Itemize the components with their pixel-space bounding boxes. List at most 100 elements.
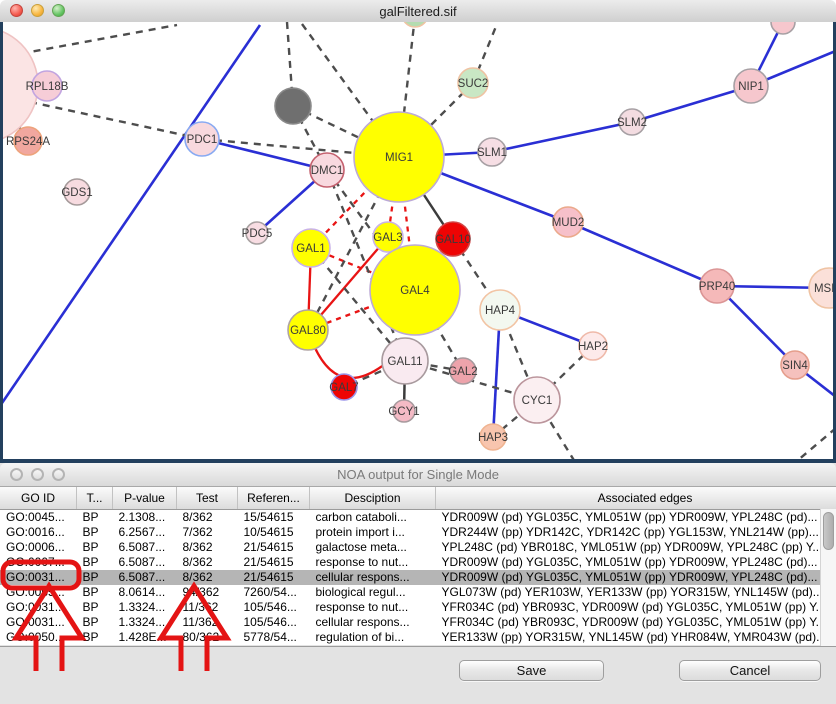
vertical-scrollbar[interactable] — [820, 509, 836, 646]
column-header-test[interactable]: Test — [177, 487, 238, 510]
cell-edges[interactable]: YFR034C (pd) YBR093C, YDR009W (pd) YGL03… — [436, 615, 836, 630]
cell-type[interactable]: BP — [77, 570, 113, 585]
cell-type[interactable]: BP — [77, 585, 113, 600]
cell-type[interactable]: BP — [77, 525, 113, 540]
cell-go_id[interactable]: GO:0031... — [0, 570, 77, 585]
cell-p_value[interactable]: 6.5087... — [113, 570, 177, 585]
cell-p_value[interactable]: 1.3324... — [113, 615, 177, 630]
cell-p_value[interactable]: 6.2567... — [113, 525, 177, 540]
close-button[interactable] — [10, 4, 23, 17]
cell-go_id[interactable]: GO:0007... — [0, 555, 77, 570]
column-header-p-value[interactable]: P-value — [113, 487, 177, 510]
cell-test[interactable]: 80/362 — [177, 630, 238, 645]
cell-test[interactable]: 7/362 — [177, 525, 238, 540]
table-row[interactable]: GO:0031...BP6.5087...8/36221/54615cellul… — [0, 570, 836, 585]
cell-test[interactable]: 11/362 — [177, 615, 238, 630]
node-green-top-clipped[interactable] — [402, 22, 428, 27]
cell-reference[interactable]: 15/54615 — [238, 510, 310, 526]
cell-reference[interactable]: 5778/54... — [238, 630, 310, 645]
table-row[interactable]: GO:0007...BP6.5087...8/36221/54615respon… — [0, 555, 836, 570]
cell-description[interactable]: carbon cataboli... — [310, 510, 436, 526]
cell-type[interactable]: BP — [77, 540, 113, 555]
cell-type[interactable]: BP — [77, 615, 113, 630]
cell-go_id[interactable]: GO:0050... — [0, 630, 77, 645]
cell-go_id[interactable]: GO:0006... — [0, 540, 77, 555]
cell-reference[interactable]: 21/54615 — [238, 555, 310, 570]
node-label-GAL2: GAL2 — [448, 366, 477, 378]
table-row[interactable]: GO:0045...BP2.1308...8/36215/54615carbon… — [0, 510, 836, 526]
cell-reference[interactable]: 10/54615 — [238, 525, 310, 540]
cell-type[interactable]: BP — [77, 600, 113, 615]
edge-pd — [8, 25, 177, 56]
column-header-referen-[interactable]: Referen... — [238, 487, 310, 510]
cell-go_id[interactable]: GO:0065... — [0, 585, 77, 600]
node-label-GAL80: GAL80 — [290, 325, 326, 337]
cell-p_value[interactable]: 1.428E... — [113, 630, 177, 645]
minimize-button[interactable] — [31, 468, 44, 481]
cell-edges[interactable]: YER133W (pp) YOR315W, YNL145W (pd) YHR08… — [436, 630, 836, 645]
table-row[interactable]: GO:0050...BP1.428E...80/3625778/54...reg… — [0, 630, 836, 645]
node-gray-unnamed[interactable] — [275, 88, 311, 124]
noa-window-titlebar[interactable]: NOA output for Single Mode — [0, 463, 836, 487]
zoom-button[interactable] — [52, 468, 65, 481]
cell-edges[interactable]: YGL073W (pd) YER103W, YER133W (pp) YOR31… — [436, 585, 836, 600]
cell-description[interactable]: biological regul... — [310, 585, 436, 600]
cell-reference[interactable]: 105/546... — [238, 615, 310, 630]
network-canvas[interactable]: RPL18BRPS24AGDS1PDC1DMC1MIG1PDC5GAL1GAL3… — [0, 22, 836, 463]
minimize-button[interactable] — [31, 4, 44, 17]
graph-window-titlebar[interactable]: galFiltered.sif — [0, 0, 836, 23]
close-button[interactable] — [10, 468, 23, 481]
cell-edges[interactable]: YFR034C (pd) YBR093C, YDR009W (pd) YGL03… — [436, 600, 836, 615]
node-pink-top-clipped[interactable] — [771, 22, 795, 34]
cell-reference[interactable]: 105/546... — [238, 600, 310, 615]
column-header-t-[interactable]: T... — [77, 487, 113, 510]
cell-description[interactable]: protein import i... — [310, 525, 436, 540]
cell-go_id[interactable]: GO:0016... — [0, 525, 77, 540]
cell-test[interactable]: 8/362 — [177, 510, 238, 526]
cell-description[interactable]: response to nut... — [310, 600, 436, 615]
cell-edges[interactable]: YDR009W (pd) YGL035C, YML051W (pp) YDR00… — [436, 570, 836, 585]
cell-go_id[interactable]: GO:0031... — [0, 600, 77, 615]
cell-test[interactable]: 94/362 — [177, 585, 238, 600]
zoom-button[interactable] — [52, 4, 65, 17]
cell-edges[interactable]: YDR009W (pd) YGL035C, YML051W (pp) YDR00… — [436, 510, 836, 526]
cell-reference[interactable]: 21/54615 — [238, 540, 310, 555]
cell-edges[interactable]: YPL248C (pd) YBR018C, YML051W (pp) YDR00… — [436, 540, 836, 555]
save-button[interactable]: Save — [459, 660, 604, 681]
cell-go_id[interactable]: GO:0031... — [0, 615, 77, 630]
cancel-button[interactable]: Cancel — [679, 660, 821, 681]
cell-description[interactable]: galactose meta... — [310, 540, 436, 555]
cell-description[interactable]: cellular respons... — [310, 615, 436, 630]
table-row[interactable]: GO:0065...BP8.0614...94/3627260/54...bio… — [0, 585, 836, 600]
column-header-associated-edges[interactable]: Associated edges — [436, 487, 836, 510]
cell-test[interactable]: 11/362 — [177, 600, 238, 615]
cell-description[interactable]: cellular respons... — [310, 570, 436, 585]
cell-type[interactable]: BP — [77, 630, 113, 645]
cell-go_id[interactable]: GO:0045... — [0, 510, 77, 526]
cell-p_value[interactable]: 8.0614... — [113, 585, 177, 600]
cell-p_value[interactable]: 1.3324... — [113, 600, 177, 615]
cell-p_value[interactable]: 6.5087... — [113, 555, 177, 570]
cell-p_value[interactable]: 2.1308... — [113, 510, 177, 526]
table-row[interactable]: GO:0031...BP1.3324...11/362105/546...cel… — [0, 615, 836, 630]
cell-edges[interactable]: YDR009W (pd) YGL035C, YML051W (pp) YDR00… — [436, 555, 836, 570]
cell-p_value[interactable]: 6.5087... — [113, 540, 177, 555]
cell-test[interactable]: 8/362 — [177, 570, 238, 585]
cell-type[interactable]: BP — [77, 555, 113, 570]
cell-edges[interactable]: YDR244W (pp) YDR142C, YDR142C (pp) YGL15… — [436, 525, 836, 540]
table-row[interactable]: GO:0016...BP6.2567...7/36210/54615protei… — [0, 525, 836, 540]
cell-description[interactable]: response to nut... — [310, 555, 436, 570]
column-header-go-id[interactable]: GO ID — [0, 487, 77, 510]
cell-reference[interactable]: 21/54615 — [238, 570, 310, 585]
node-label-GAL4: GAL4 — [400, 285, 430, 297]
cell-reference[interactable]: 7260/54... — [238, 585, 310, 600]
cell-test[interactable]: 8/362 — [177, 555, 238, 570]
cell-type[interactable]: BP — [77, 510, 113, 526]
table-row[interactable]: GO:0031...BP1.3324...11/362105/546...res… — [0, 600, 836, 615]
cell-test[interactable]: 8/362 — [177, 540, 238, 555]
cell-description[interactable]: regulation of bi... — [310, 630, 436, 645]
column-header-desciption[interactable]: Desciption — [310, 487, 436, 510]
table-row[interactable]: GO:0006...BP6.5087...8/36221/54615galact… — [0, 540, 836, 555]
network-svg: RPL18BRPS24AGDS1PDC1DMC1MIG1PDC5GAL1GAL3… — [3, 22, 833, 459]
scrollbar-thumb[interactable] — [823, 512, 834, 550]
